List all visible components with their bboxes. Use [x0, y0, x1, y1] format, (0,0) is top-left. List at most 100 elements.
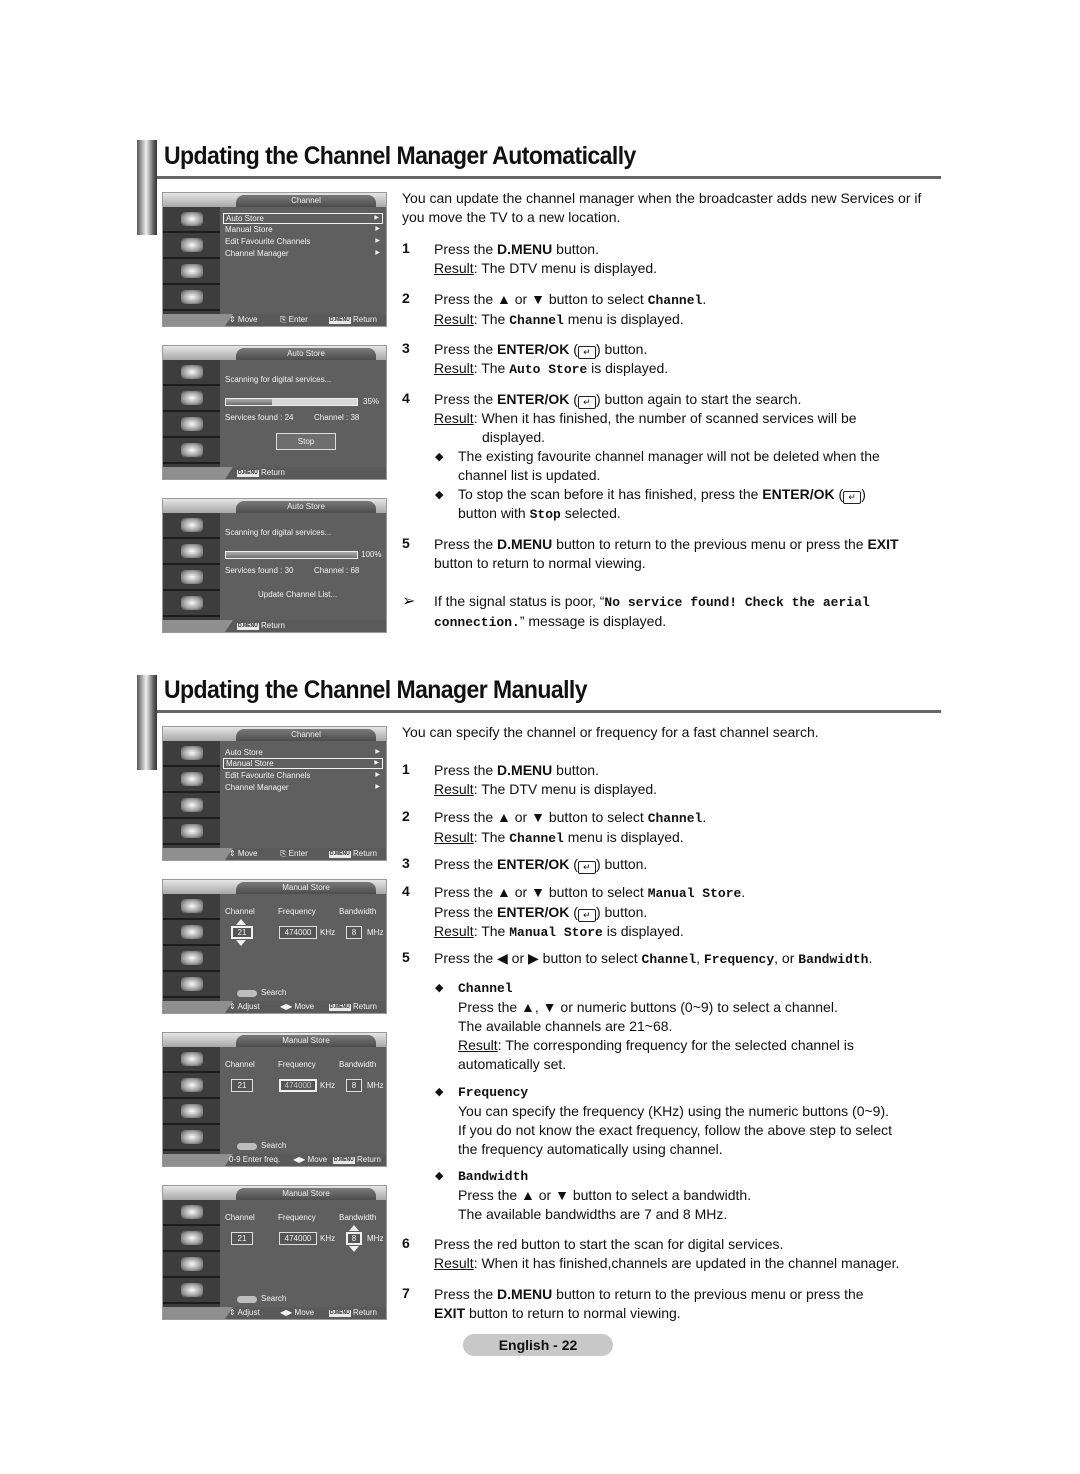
picture-icon	[163, 259, 220, 285]
sound-icon	[163, 972, 220, 998]
col-bandwidth: Bandwidth	[339, 1213, 377, 1222]
channel-field[interactable]: 21	[231, 1232, 253, 1245]
picture-icon	[163, 1252, 220, 1278]
step-5-manual: Press the ◀ or ▶ button to select Channe…	[434, 950, 873, 967]
menu-item-edit-favourite[interactable]: Edit Favourite Channels ▶	[223, 770, 383, 781]
page-number-badge: English - 22	[463, 1334, 613, 1356]
scanning-text: Scanning for digital services...	[225, 375, 332, 384]
bullet-icon: ◆	[435, 1086, 444, 1098]
red-button-icon	[237, 1296, 257, 1303]
col-frequency: Frequency	[278, 1060, 316, 1069]
note-signal-poor: If the signal status is poor, “No servic…	[434, 593, 870, 630]
program-icon	[163, 1047, 220, 1073]
channel-icon	[163, 920, 220, 946]
col-frequency: Frequency	[278, 1213, 316, 1222]
enter-icon: ↵	[577, 396, 596, 409]
step-number: 4	[402, 883, 410, 899]
stop-button[interactable]: Stop	[276, 433, 336, 450]
osd-auto-store-35: Auto Store Scanning for digital services…	[162, 345, 387, 480]
osd-title: Manual Store	[236, 1035, 376, 1047]
bullet-stop-note: To stop the scan before it has finished,…	[458, 486, 866, 522]
osd-title: Channel	[236, 729, 376, 741]
hint-adjust: ⇕ Adjust	[229, 1002, 260, 1011]
channel-field[interactable]: 21	[231, 926, 253, 939]
hint-move: ◀▶ Move	[280, 1002, 315, 1011]
frequency-field[interactable]: 474000	[279, 1232, 317, 1245]
bandwidth-unit: MHz	[367, 928, 384, 937]
step-number: 5	[402, 535, 410, 551]
chevron-right-icon: ▶	[375, 749, 380, 755]
osd-sidebar	[163, 513, 220, 632]
step-2-auto: Press the ▲ or ▼ button to select Channe…	[434, 291, 707, 328]
chevron-right-icon: ▶	[375, 250, 380, 256]
frequency-field[interactable]: 474000	[279, 926, 317, 939]
step-5-auto: Press the D.MENU button to return to the…	[434, 536, 899, 571]
menu-item-auto-store[interactable]: Auto Store ▶	[223, 747, 383, 758]
col-frequency: Frequency	[278, 907, 316, 916]
osd-manual-store-channel: Manual Store Channel Frequency Bandwidth…	[162, 879, 387, 1014]
menu-item-channel-manager[interactable]: Channel Manager ▶	[223, 782, 383, 793]
bandwidth-field[interactable]: 8	[346, 926, 362, 939]
dmenu-icon: D.MENU	[329, 851, 351, 858]
note-arrow-icon: ➢	[402, 593, 416, 610]
down-arrow-icon	[349, 1246, 359, 1252]
enter-icon: ↵	[843, 491, 862, 504]
search-label: Search	[261, 1141, 287, 1150]
bandwidth-unit: MHz	[367, 1234, 384, 1243]
channel-readout: Channel : 68	[314, 566, 360, 575]
channel-field[interactable]: 21	[231, 1079, 253, 1092]
hint-enter-freq: 0-9 Enter freq.	[229, 1155, 281, 1164]
sound-icon	[163, 591, 220, 617]
bullet-icon: ◆	[435, 982, 444, 994]
menu-item-manual-store[interactable]: Manual Store ▶	[223, 758, 383, 769]
bandwidth-field[interactable]: 8	[346, 1232, 362, 1245]
menu-item-channel-manager[interactable]: Channel Manager ▶	[223, 248, 383, 259]
program-icon	[163, 207, 220, 233]
program-icon	[163, 1200, 220, 1226]
hint-enter: ⎘ Enter	[280, 849, 308, 858]
frequency-field[interactable]: 474000	[279, 1079, 317, 1092]
menu-item-edit-favourite[interactable]: Edit Favourite Channels ▶	[223, 236, 383, 247]
bullet-icon: ◆	[435, 1170, 444, 1182]
hint-return: Return	[260, 621, 285, 630]
scan-progress-bar	[225, 398, 358, 406]
osd-channel-menu-auto: Channel Auto Store ▶ Manual Store ▶ Edit F…	[162, 192, 387, 327]
osd-sidebar	[163, 894, 220, 1013]
scanning-text: Scanning for digital services...	[225, 528, 332, 537]
channel-icon	[163, 386, 220, 412]
frequency-unit: KHz	[320, 928, 336, 937]
col-channel: Channel	[225, 1213, 255, 1222]
step-number: 7	[402, 1285, 410, 1301]
sound-icon	[163, 819, 220, 845]
hint-return: Return	[356, 1155, 381, 1164]
chevron-right-icon: ▶	[375, 772, 380, 778]
step-7-manual: Press the D.MENU button to return to the…	[434, 1286, 864, 1321]
osd-title: Manual Store	[236, 882, 376, 894]
scan-progress-fill	[226, 552, 357, 558]
step-number: 5	[402, 949, 410, 965]
osd-channel-menu-manual: Channel Auto Store ▶ Manual Store ▶ Edit F…	[162, 726, 387, 861]
intro-manual: You can specify the channel or frequency…	[402, 724, 819, 740]
step-2-manual: Press the ▲ or ▼ button to select Channe…	[434, 809, 707, 846]
program-icon	[163, 894, 220, 920]
osd-hint-bar: ⇕ Adjust ◀▶ Move D.MENU Return	[163, 1307, 386, 1319]
section-bar-decoration	[137, 140, 157, 235]
channel-icon	[163, 1226, 220, 1252]
bullet-bandwidth: Bandwidth Press the ▲ or ▼ button to sel…	[458, 1169, 752, 1222]
chevron-right-icon: ▶	[375, 784, 380, 790]
hint-return: Return	[352, 849, 377, 858]
dmenu-icon: D.MENU	[237, 623, 259, 630]
step-6-manual: Press the red button to start the scan f…	[434, 1236, 900, 1271]
step-number: 4	[402, 390, 410, 406]
update-channel-list: Update Channel List...	[258, 590, 338, 599]
menu-item-auto-store[interactable]: Auto Store ▶	[223, 213, 383, 224]
dmenu-icon: D.MENU	[237, 470, 259, 477]
osd-title: Channel	[236, 195, 376, 207]
down-arrow-icon	[236, 940, 246, 946]
bullet-favourite-note: The existing favourite channel manager w…	[458, 448, 880, 483]
bandwidth-field[interactable]: 8	[346, 1079, 362, 1092]
hint-return: Return	[352, 315, 377, 324]
step-1-manual: Press the D.MENU button. Result: The DTV…	[434, 762, 658, 797]
menu-item-manual-store[interactable]: Manual Store ▶	[223, 224, 383, 235]
hint-return: Return	[260, 468, 285, 477]
